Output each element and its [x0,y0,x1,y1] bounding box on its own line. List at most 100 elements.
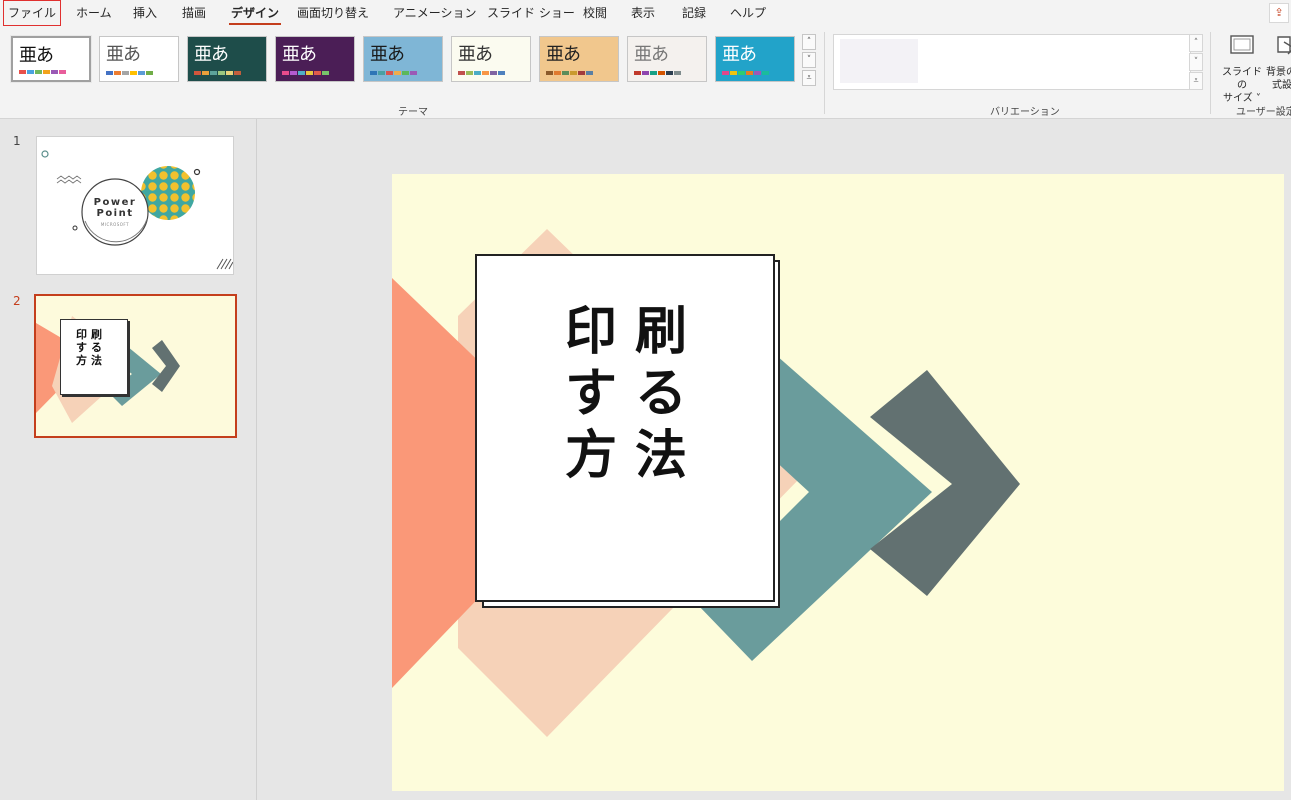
theme-color-swatch [674,71,681,75]
tab-view[interactable]: 表示 [631,0,655,26]
theme-color-swatch [234,71,241,75]
slide-title: 印 刷 す る 方 法 [556,301,696,487]
theme-thumbnail[interactable]: 亜あ [627,36,707,82]
theme-color-swatch [554,71,561,75]
theme-color-swatch [130,71,137,75]
gallery-more-icon[interactable]: ⩡ [802,70,816,86]
theme-thumbnail[interactable]: 亜あ [275,36,355,82]
theme-color-bars [546,71,593,75]
format-background-icon [1277,36,1291,55]
theme-color-bars [634,71,681,75]
gallery-scroll-down-icon[interactable]: ˅ [802,52,816,68]
tab-file[interactable]: ファイル [3,0,62,26]
theme-color-swatch [146,71,153,75]
theme-thumbnail[interactable]: 亜あ [10,35,92,83]
theme-color-swatch [578,71,585,75]
group-label-user: ユーザー設定 [1236,107,1291,118]
theme-color-swatch [282,71,289,75]
thumb-title-char: す [76,341,87,354]
tab-draw[interactable]: 描画 [182,0,206,26]
title-char: 印 [564,302,617,362]
title-char: 法 [634,426,687,486]
theme-sample-text: 亜あ [194,44,229,65]
theme-color-swatch [570,71,577,75]
group-divider [824,32,825,114]
thumb-title-char: る [91,341,102,354]
title-char: る [634,364,687,424]
slide-size-label-1: スライドの [1222,67,1262,91]
theme-color-swatch [466,71,473,75]
theme-color-bars [194,71,241,75]
variation-scroll-up-icon[interactable]: ˄ [1189,34,1203,52]
slide-thumbnail-2[interactable]: 印 刷 す る 方 法 [34,294,237,438]
theme-color-swatch [378,71,385,75]
theme-color-bars [370,71,417,75]
gallery-scroll-up-icon[interactable]: ˄ [802,34,816,50]
theme-color-bars [722,71,769,75]
theme-color-swatch [474,71,481,75]
tab-record[interactable]: 記録 [682,0,706,26]
theme-color-swatch [666,71,673,75]
theme-color-swatch [19,70,26,74]
theme-color-swatch [202,71,209,75]
slide-size-button[interactable]: スライドの サイズ ˅ [1218,34,1266,105]
theme-sample-text: 亜あ [546,44,581,65]
theme-color-bars [458,71,505,75]
slide-thumbnail-1[interactable]: Power Point MICROSOFT [36,136,234,275]
share-icon[interactable]: ⇪ [1269,3,1289,23]
theme-thumbnail[interactable]: 亜あ [99,36,179,82]
thumb-title-char: 印 [76,328,87,341]
theme-thumbnail[interactable]: 亜あ [187,36,267,82]
theme-color-swatch [562,71,569,75]
slide-size-icon [1230,35,1254,54]
format-background-label-2: 式設 [1272,80,1291,91]
slide-canvas[interactable]: 印 刷 す る 方 法 [392,174,1284,791]
theme-thumbnail[interactable]: 亜あ [451,36,531,82]
tab-slideshow[interactable]: スライド ショー [487,0,575,26]
theme-color-swatch [482,71,489,75]
theme-color-swatch [210,71,217,75]
theme-color-swatch [386,71,393,75]
tab-review[interactable]: 校閲 [583,0,607,26]
theme-sample-text: 亜あ [370,44,405,65]
title-placeholder[interactable]: 印 刷 す る 方 法 [475,254,775,602]
theme-color-swatch [138,71,145,75]
format-background-label-1: 背景の [1266,67,1291,78]
theme-thumbnail[interactable]: 亜あ [363,36,443,82]
theme-color-swatch [43,70,50,74]
thumbnail-1-title-line-1: Power [93,197,137,208]
variation-scroll-down-icon[interactable]: ˅ [1189,53,1203,71]
theme-color-swatch [746,71,753,75]
theme-color-bars [19,70,66,74]
theme-color-swatch [410,71,417,75]
theme-color-swatch [586,71,593,75]
theme-color-swatch [730,71,737,75]
theme-thumbnail[interactable]: 亜あ [715,36,795,82]
thumbnail-2-title-box: 印 刷 す る 方 法 [60,319,128,395]
theme-color-swatch [218,71,225,75]
thumbnail-1-title-line-2: Point [96,208,134,219]
tab-design[interactable]: デザイン [228,0,282,26]
theme-color-swatch [290,71,297,75]
variation-more-icon[interactable]: ⩡ [1189,72,1203,90]
variation-item[interactable] [840,39,918,83]
theme-color-swatch [498,71,505,75]
theme-thumbnail[interactable]: 亜あ [539,36,619,82]
tab-insert[interactable]: 挿入 [133,0,157,26]
theme-color-swatch [322,71,329,75]
tab-help[interactable]: ヘルプ [730,0,766,26]
theme-color-swatch [722,71,729,75]
thumbnail-2-title: 印 刷 す る 方 法 [74,328,104,367]
thumbnail-number-selected: 2 [13,294,21,308]
thumb-title-char: 方 [76,354,87,367]
theme-color-swatch [394,71,401,75]
theme-color-swatch [122,71,129,75]
tab-transitions[interactable]: 画面切り替え [297,0,369,26]
tab-animations[interactable]: アニメーション [393,0,477,26]
tab-home[interactable]: ホーム [76,0,112,26]
theme-color-swatch [762,71,769,75]
format-background-button[interactable]: 背景の 式設 [1266,34,1291,92]
variation-gallery[interactable] [833,34,1191,90]
theme-color-swatch [650,71,657,75]
theme-sample-text: 亜あ [19,45,54,66]
